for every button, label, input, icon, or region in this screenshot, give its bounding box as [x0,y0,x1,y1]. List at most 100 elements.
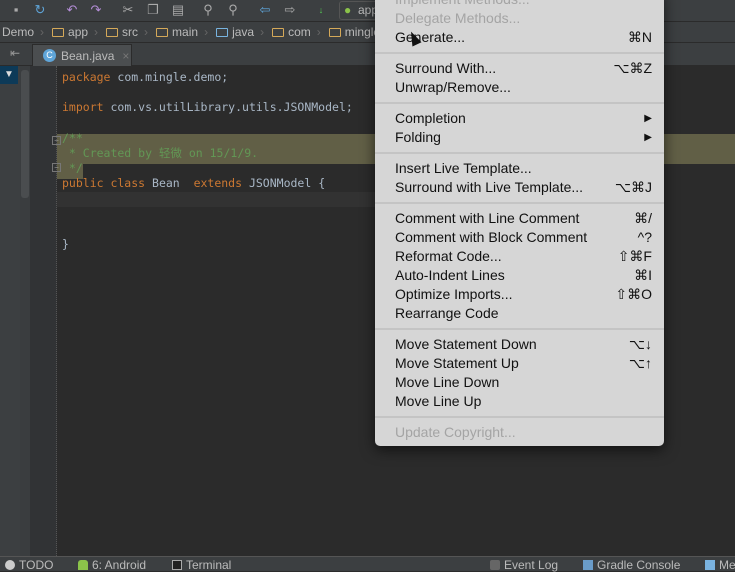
chevron-icon: › [260,25,265,39]
code-token: com.mingle.demo; [110,70,229,84]
tool-window-bar: TODO 6: Android Terminal Event Log Gradl… [0,556,735,572]
messages-button[interactable]: Me [705,558,735,572]
menu-item-surround-with-live-template[interactable]: Surround with Live Template... ⌥⌘J [375,178,664,197]
menu-item-label: Surround With... [395,60,497,76]
keyword: package [62,70,111,84]
menu-item-shortcut: ⌥⌘J [614,179,652,195]
keyword: public class [62,176,146,191]
todo-label: TODO [19,558,54,572]
chevron-icon: › [144,25,149,39]
menu-item-move-statement-up[interactable]: Move Statement Up ⌥↑ [375,354,664,373]
code-token: com.vs.utilLibrary.utils.JSONModel; [103,100,353,115]
event-log-button[interactable]: Event Log [490,558,558,572]
chevron-icon: › [316,25,321,39]
menu-item-shortcut: ⌘N [627,29,652,45]
menu-item-unwrap-remove[interactable]: Unwrap/Remove... [375,78,664,97]
code-token: Bean [145,176,194,191]
menu-item-move-statement-down[interactable]: Move Statement Down ⌥↓ [375,335,664,354]
gradle-label: Gradle Console [597,558,681,572]
menu-item-label: Folding [395,129,441,145]
menu-item-label: Delegate Methods... [395,10,521,26]
menu-item-folding[interactable]: Folding ▶ [375,128,664,147]
crumb-java[interactable]: java › [216,25,264,39]
cut-icon[interactable]: ✂ [120,2,136,18]
tab-bean-java[interactable]: C Bean.java × [32,44,132,66]
menu-separator [375,411,664,423]
chevron-icon: › [40,25,45,39]
menu-item-optimize-imports[interactable]: Optimize Imports... ⇧⌘O [375,285,664,304]
menu-item-comment-with-block-comment[interactable]: Comment with Block Comment ^? [375,228,664,247]
sync-icon[interactable]: ↻ [32,2,48,18]
todo-button[interactable]: TODO [5,558,53,572]
android-button[interactable]: 6: Android [78,558,146,572]
crumb-label: main [172,25,199,39]
undo-icon[interactable]: ↶ [64,2,80,18]
crumb-label: src [122,25,139,39]
collapse-icon[interactable]: ⇤ [10,46,20,60]
menu-item-label: Move Line Up [395,393,482,409]
copy-icon[interactable]: ❐ [145,2,161,18]
crumb-main[interactable]: main › [156,25,208,39]
find-icon[interactable]: ⚲ [200,2,216,18]
menu-item-delegate-methods: Delegate Methods... [375,9,664,28]
back-icon[interactable]: ⇦ [257,2,273,18]
menu-item-label: Surround with Live Template... [395,179,584,195]
crumb-src[interactable]: src › [106,25,148,39]
keyword: extends [193,176,243,191]
event-log-label: Event Log [504,558,559,572]
gradle-console-button[interactable]: Gradle Console [583,558,680,572]
menu-item-completion[interactable]: Completion ▶ [375,109,664,128]
menu-item-move-line-up[interactable]: Move Line Up [375,392,664,411]
chevron-icon: › [204,25,209,39]
code-token: } [62,237,69,252]
submenu-arrow-icon: ▶ [644,132,652,143]
folder-icon [156,27,169,37]
menu-item-label: Move Statement Up [395,355,519,371]
save-icon[interactable]: ▪ [8,2,24,18]
expand-arrow-icon[interactable]: ▼ [0,66,18,84]
code-text: package com.mingle.demo; import com.vs.u… [62,70,353,252]
menu-item-label: Auto-Indent Lines [395,267,505,283]
menu-separator [375,323,664,335]
menu-item-surround-with[interactable]: Surround With... ⌥⌘Z [375,59,664,78]
redo-icon[interactable]: ↷ [88,2,104,18]
paste-icon[interactable]: ▤ [170,2,186,18]
menu-item-label: Unwrap/Remove... [395,79,511,95]
menu-item-rearrange-code[interactable]: Rearrange Code [375,304,664,323]
menu-item-label: Completion [395,110,466,126]
menu-separator [375,97,664,109]
menu-item-label: Rearrange Code [395,305,499,321]
crumb-label: com [288,25,311,39]
menu-item-auto-indent-lines[interactable]: Auto-Indent Lines ⌘I [375,266,664,285]
package-icon [328,27,341,37]
crumb-mingle[interactable]: mingle [328,25,380,39]
panel-scrollbar[interactable] [20,66,30,556]
fold-icon[interactable]: − [52,136,61,145]
crumb-demo[interactable]: Demo › [2,25,44,39]
menu-item-label: Move Line Down [395,374,500,390]
gradle-icon [583,560,593,570]
run-config-select[interactable]: ● app [339,1,379,20]
menu-item-move-line-down[interactable]: Move Line Down [375,373,664,392]
menu-item-reformat-code[interactable]: Reformat Code... ⇧⌘F [375,247,664,266]
replace-icon[interactable]: ⚲ [225,2,241,18]
code-token: JSONModel { [242,176,326,191]
crumb-label: Demo [2,25,35,39]
menu-item-update-copyright: Update Copyright... [375,423,664,442]
android-icon [78,560,88,570]
event-log-icon [490,560,500,570]
messages-label: Me [719,558,735,572]
menu-item-insert-live-template[interactable]: Insert Live Template... [375,159,664,178]
close-icon[interactable]: × [122,49,129,63]
tab-label: Bean.java [61,48,115,63]
terminal-button[interactable]: Terminal [172,558,231,572]
menu-item-label: Comment with Line Comment [395,210,580,226]
menu-item-comment-with-line-comment[interactable]: Comment with Line Comment ⌘/ [375,209,664,228]
fold-icon[interactable]: − [52,163,61,172]
crumb-app[interactable]: app › [52,25,98,39]
crumb-com[interactable]: com › [272,25,321,39]
binary-icon[interactable]: ↓ [313,2,329,18]
forward-icon[interactable]: ⇨ [282,2,298,18]
menu-separator [375,47,664,59]
menu-item-shortcut: ⇧⌘F [617,248,652,264]
